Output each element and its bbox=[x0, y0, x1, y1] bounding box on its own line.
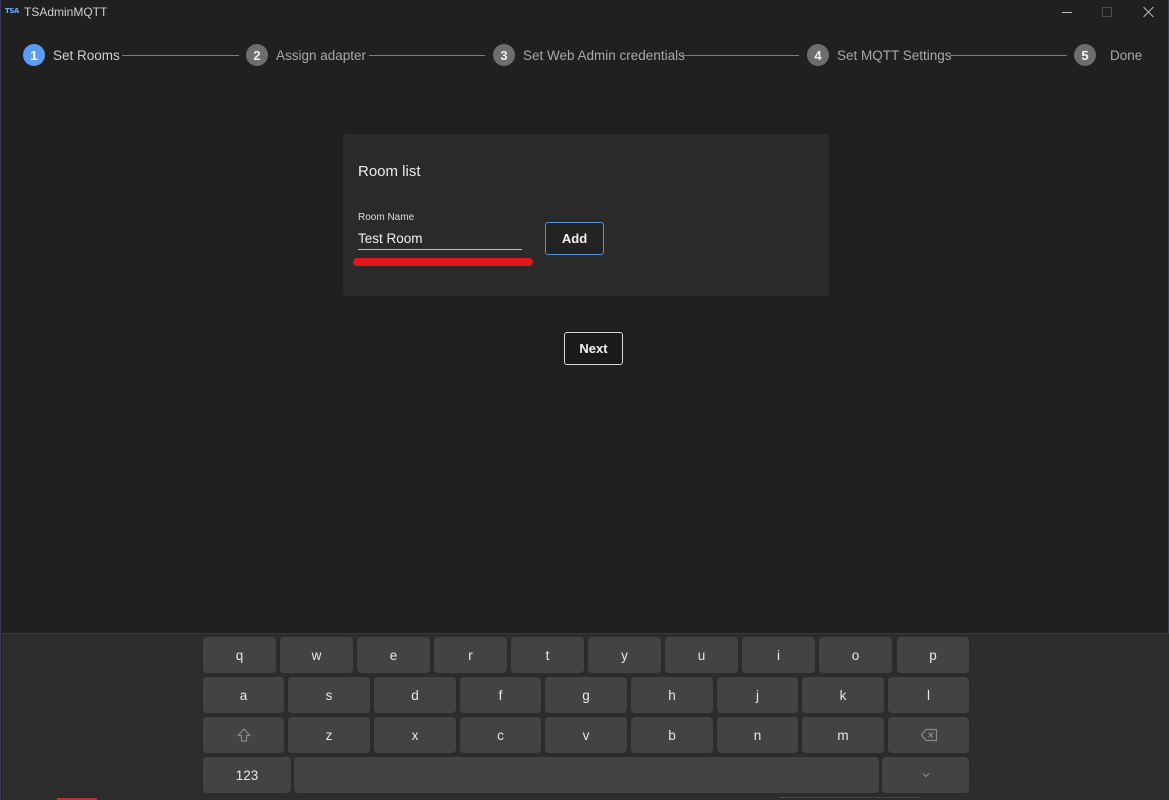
key-c[interactable]: c bbox=[460, 717, 541, 753]
step-connector bbox=[682, 55, 799, 56]
key-v[interactable]: v bbox=[545, 717, 627, 753]
key-n[interactable]: n bbox=[717, 717, 798, 753]
key-a[interactable]: a bbox=[203, 677, 284, 713]
key-f[interactable]: f bbox=[460, 677, 541, 713]
step-number: 2 bbox=[246, 44, 268, 66]
window-title: TSAdminMQTT bbox=[24, 5, 108, 19]
maximize-icon bbox=[1102, 7, 1112, 17]
step-done[interactable]: 5 Done bbox=[1074, 44, 1142, 66]
key-u[interactable]: u bbox=[665, 637, 738, 673]
shift-key[interactable] bbox=[203, 717, 284, 753]
card-title: Room list bbox=[358, 163, 421, 180]
key-t[interactable]: t bbox=[511, 637, 584, 673]
key-h[interactable]: h bbox=[631, 677, 713, 713]
step-number: 4 bbox=[807, 44, 829, 66]
step-assign-adapter[interactable]: 2 Assign adapter bbox=[246, 44, 366, 66]
key-m[interactable]: m bbox=[802, 717, 884, 753]
step-number: 5 bbox=[1074, 44, 1096, 66]
shift-icon bbox=[236, 728, 251, 742]
room-name-label: Room Name bbox=[358, 212, 415, 223]
step-set-mqtt-settings[interactable]: 4 Set MQTT Settings bbox=[807, 44, 952, 66]
title-bar: TSA TSAdminMQTT bbox=[1, 0, 1168, 24]
chevron-down-icon bbox=[922, 773, 929, 778]
step-connector bbox=[950, 55, 1067, 56]
step-label: Done bbox=[1110, 47, 1143, 63]
numbers-key[interactable]: 123 bbox=[203, 757, 291, 793]
space-key[interactable] bbox=[294, 757, 879, 793]
key-s[interactable]: s bbox=[288, 677, 370, 713]
key-q[interactable]: q bbox=[203, 637, 276, 673]
key-w[interactable]: w bbox=[280, 637, 353, 673]
key-o[interactable]: o bbox=[819, 637, 892, 673]
key-j[interactable]: j bbox=[717, 677, 798, 713]
key-g[interactable]: g bbox=[545, 677, 627, 713]
next-button[interactable]: Next bbox=[564, 332, 623, 365]
minimize-button[interactable] bbox=[1046, 0, 1088, 24]
step-number: 1 bbox=[23, 44, 45, 66]
maximize-button[interactable] bbox=[1086, 0, 1128, 24]
room-name-input[interactable] bbox=[358, 227, 522, 250]
highlight-underline bbox=[353, 258, 533, 266]
step-number: 3 bbox=[493, 44, 515, 66]
key-p[interactable]: p bbox=[897, 637, 969, 673]
minimize-icon bbox=[1062, 11, 1072, 13]
step-label: Assign adapter bbox=[276, 47, 367, 63]
close-icon bbox=[1143, 6, 1155, 18]
step-connector bbox=[122, 55, 239, 56]
key-y[interactable]: y bbox=[588, 637, 661, 673]
hide-keyboard-key[interactable] bbox=[882, 757, 969, 793]
key-r[interactable]: r bbox=[434, 637, 507, 673]
key-l[interactable]: l bbox=[888, 677, 969, 713]
key-e[interactable]: e bbox=[357, 637, 430, 673]
key-d[interactable]: d bbox=[374, 677, 456, 713]
key-z[interactable]: z bbox=[288, 717, 370, 753]
step-connector bbox=[369, 55, 485, 56]
step-label: Set MQTT Settings bbox=[837, 47, 952, 63]
backspace-icon bbox=[920, 728, 937, 742]
add-button[interactable]: Add bbox=[545, 222, 604, 255]
setup-stepper: 1 Set Rooms 2 Assign adapter 3 Set Web A… bbox=[1, 44, 1168, 68]
key-i[interactable]: i bbox=[742, 637, 815, 673]
key-b[interactable]: b bbox=[631, 717, 713, 753]
app-logo-icon: TSA bbox=[5, 7, 19, 15]
step-label: Set Rooms bbox=[53, 47, 120, 63]
key-x[interactable]: x bbox=[374, 717, 456, 753]
step-label: Set Web Admin credentials bbox=[523, 47, 685, 63]
close-button[interactable] bbox=[1128, 0, 1169, 24]
step-set-web-admin-credentials[interactable]: 3 Set Web Admin credentials bbox=[493, 44, 685, 66]
app-window: TSA TSAdminMQTT 1 Set Rooms 2 Assign ada… bbox=[0, 0, 1169, 800]
backspace-key[interactable] bbox=[888, 717, 969, 753]
step-set-rooms[interactable]: 1 Set Rooms bbox=[23, 44, 120, 66]
key-k[interactable]: k bbox=[802, 677, 884, 713]
room-list-card: Room list Room Name Add bbox=[343, 134, 829, 296]
on-screen-keyboard: q w e r t y u i o p a s d f g h j k l z … bbox=[2, 633, 1169, 800]
